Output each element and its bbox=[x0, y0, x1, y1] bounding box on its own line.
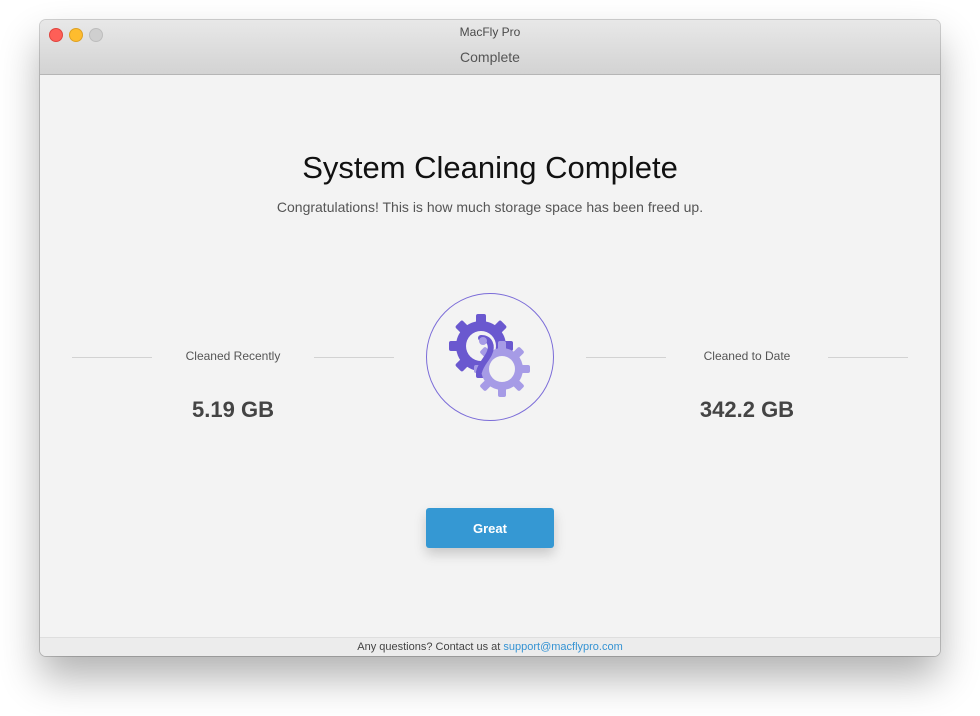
divider bbox=[314, 357, 394, 358]
great-button[interactable]: Great bbox=[426, 508, 554, 548]
gears-icon bbox=[449, 314, 530, 397]
app-title: MacFly Pro bbox=[459, 25, 521, 39]
footer-text: Any questions? Contact us at bbox=[357, 641, 501, 653]
support-email-link[interactable]: support@macflypro.com bbox=[503, 641, 622, 653]
divider bbox=[828, 357, 908, 358]
footer: Any questions? Contact us at support@mac… bbox=[40, 637, 940, 656]
cleaning-badge bbox=[426, 293, 554, 421]
stat-value: 342.2 GB bbox=[699, 397, 795, 422]
cleaned-recently-stat: Cleaned Recently 5.19 GB bbox=[72, 337, 394, 437]
stat-value: 5.19 GB bbox=[192, 397, 274, 422]
divider bbox=[72, 357, 152, 358]
divider bbox=[586, 357, 666, 358]
stat-label: Cleaned to Date bbox=[703, 349, 791, 363]
window-title: Complete bbox=[460, 49, 520, 65]
app-window: MacFly Pro Complete System Cleaning Comp… bbox=[40, 20, 940, 656]
page-title: System Cleaning Complete bbox=[302, 150, 678, 185]
cleaned-to-date-stat: Cleaned to Date 342.2 GB bbox=[586, 337, 908, 437]
stat-label: Cleaned Recently bbox=[185, 349, 281, 363]
page-subtitle: Congratulations! This is how much storag… bbox=[276, 199, 704, 215]
title-bar[interactable]: MacFly Pro Complete bbox=[40, 20, 940, 75]
